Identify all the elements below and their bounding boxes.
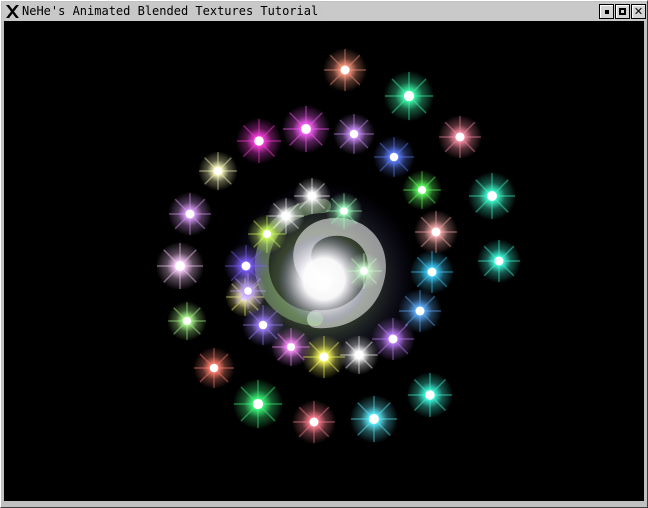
star-particle xyxy=(383,70,435,122)
star-particle xyxy=(410,250,454,294)
star-particle xyxy=(373,136,415,178)
star-particle xyxy=(235,117,283,165)
star-particle xyxy=(467,171,517,221)
star-particle xyxy=(477,239,521,283)
star-particle xyxy=(349,394,399,444)
star-particle xyxy=(167,301,207,341)
star-particle xyxy=(198,151,238,191)
maximize-button[interactable] xyxy=(615,4,630,19)
star-particle xyxy=(281,104,331,154)
minimize-icon xyxy=(604,9,609,14)
title-bar[interactable]: NeHe's Animated Blended Textures Tutoria… xyxy=(2,2,646,21)
star-particle xyxy=(402,170,442,210)
maximize-icon xyxy=(619,8,626,15)
star-particle xyxy=(168,192,212,236)
star-particle xyxy=(229,272,267,310)
star-particle xyxy=(267,197,305,235)
star-particle xyxy=(292,400,336,444)
star-particle xyxy=(345,252,383,290)
minimize-button[interactable] xyxy=(599,4,614,19)
star-particle xyxy=(438,115,482,159)
application-window: NeHe's Animated Blended Textures Tutoria… xyxy=(0,0,648,508)
star-particle xyxy=(325,192,363,230)
spiral-star-scene xyxy=(4,21,644,501)
star-particle xyxy=(232,378,284,430)
star-particle xyxy=(155,241,205,291)
close-button[interactable]: ✕ xyxy=(631,4,646,19)
close-icon: ✕ xyxy=(633,5,644,18)
opengl-viewport[interactable] xyxy=(4,21,644,501)
window-title: NeHe's Animated Blended Textures Tutoria… xyxy=(22,4,323,19)
star-particle xyxy=(193,347,235,389)
x-window-logo-icon[interactable] xyxy=(5,4,20,19)
window-bottom-border[interactable] xyxy=(2,502,646,507)
star-particle xyxy=(323,48,367,92)
star-particle xyxy=(414,210,458,254)
star-particle xyxy=(333,113,375,155)
star-particle xyxy=(406,371,454,419)
